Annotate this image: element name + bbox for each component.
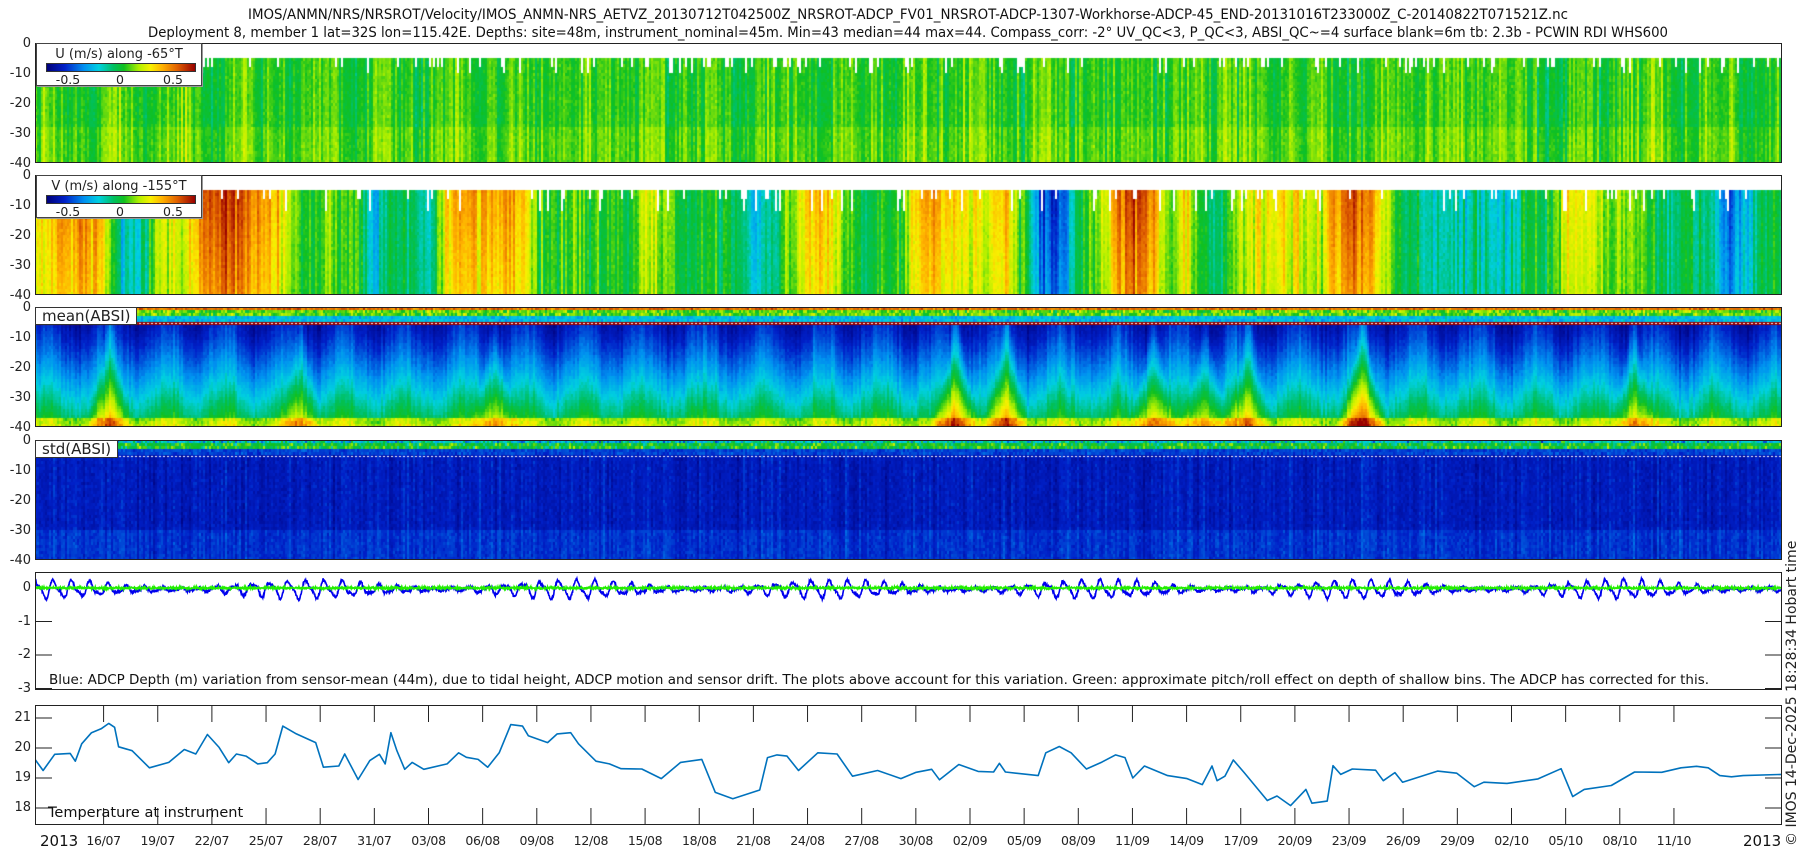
y-tick-label: 19: [14, 770, 31, 785]
mean-absi-label: mean(ABSI): [35, 307, 138, 325]
x-tick-label: 31/07: [357, 833, 392, 848]
v-colorbar-legend: V (m/s) along -155°T -0.5 0 0.5: [36, 175, 202, 219]
v-velocity-heatmap: [35, 175, 1782, 295]
x-tick-label: 08/09: [1061, 833, 1096, 848]
mean-absi-heatmap: [35, 307, 1782, 427]
copyright-footer: © IMOS 14-Dec-2025 18:28:34 Hobart time: [1784, 540, 1800, 846]
temperature-plot: Temperature at instrument: [35, 705, 1782, 825]
v-colorbar-tick: 0.5: [163, 204, 183, 219]
x-tick-label: 02/10: [1494, 833, 1529, 848]
depth-variation-plot: Blue: ADCP Depth (m) variation from sens…: [35, 572, 1782, 690]
x-tick-label: 11/09: [1115, 833, 1150, 848]
y-tick-label: 20: [14, 740, 31, 755]
y-tick-label: 0: [22, 168, 31, 183]
y-tick-label: -30: [9, 523, 31, 538]
x-tick-label: 29/09: [1440, 833, 1475, 848]
u-colorbar: [46, 63, 196, 72]
y-tick-label: -1: [18, 613, 31, 629]
y-tick-label: -2: [18, 647, 31, 662]
u-colorbar-tick: 0: [116, 72, 124, 87]
x-start-year: 2013: [40, 832, 79, 850]
x-tick-label: 23/09: [1331, 833, 1367, 848]
y-tick-label: -30: [9, 126, 31, 141]
u-colorbar-legend: U (m/s) along -65°T -0.5 0 0.5: [36, 43, 202, 87]
y-tick-label: -20: [9, 96, 31, 111]
y-tick-label: -30: [9, 258, 31, 273]
adcp-figure: IMOS/ANMN/NRS/NRSROT/Velocity/IMOS_ANMN-…: [0, 0, 1800, 850]
x-tick-label: 16/07: [86, 833, 121, 848]
y-tick-label: 21: [14, 710, 31, 725]
y-tick-label: -10: [9, 198, 31, 213]
x-tick-label: 26/09: [1385, 833, 1421, 848]
x-tick-label: 08/10: [1602, 833, 1638, 848]
y-tick-label: 18: [14, 800, 31, 815]
x-end-year: 2013: [1743, 832, 1782, 850]
x-tick-label: 17/09: [1223, 833, 1258, 848]
pitch-roll-line: [35, 583, 1782, 593]
x-tick-label: 09/08: [519, 833, 555, 848]
x-tick-label: 06/08: [465, 833, 500, 848]
x-tick-label: 18/08: [681, 833, 717, 848]
title-line-1: IMOS/ANMN/NRS/NRSROT/Velocity/IMOS_ANMN-…: [248, 7, 1568, 23]
x-tick-label: 12/08: [573, 833, 609, 848]
title-line-2: Deployment 8, member 1 lat=32S lon=115.4…: [148, 25, 1668, 41]
x-tick-label: 28/07: [302, 833, 338, 848]
temperature-line: [35, 722, 1782, 807]
x-tick-label: 05/09: [1006, 833, 1042, 848]
std-absi-heatmap: [35, 440, 1782, 560]
y-tick-label: -10: [9, 330, 31, 345]
x-tick-label: 24/08: [790, 833, 825, 848]
y-tick-label: -20: [9, 360, 31, 375]
y-tick-label: -10: [9, 66, 31, 81]
u-velocity-heatmap: [35, 43, 1782, 163]
y-tick-label: 0: [22, 300, 31, 315]
y-tick-label: -20: [9, 228, 31, 243]
x-tick-label: 30/08: [898, 833, 934, 848]
x-tick-label: 19/07: [140, 833, 175, 848]
x-tick-label: 03/08: [411, 833, 446, 848]
figure-title: IMOS/ANMN/NRS/NRSROT/Velocity/IMOS_ANMN-…: [148, 7, 1668, 41]
y-tick-label: -10: [9, 463, 31, 478]
v-colorbar-tick: 0: [116, 204, 124, 219]
y-tick-label: -20: [9, 493, 31, 508]
x-tick-label: 14/09: [1169, 833, 1204, 848]
y-tick-label: -30: [9, 390, 31, 405]
x-tick-label: 20/09: [1277, 833, 1313, 848]
x-tick-label: 11/10: [1656, 833, 1692, 848]
x-tick-label: 21/08: [736, 833, 771, 848]
x-tick-label: 25/07: [248, 833, 284, 848]
v-colorbar: [46, 195, 196, 204]
y-tick-label: -3: [18, 680, 31, 696]
y-tick-label: 0: [22, 36, 31, 51]
v-colorbar-tick: -0.5: [55, 204, 81, 219]
y-tick-label: -40: [9, 553, 31, 568]
x-tick-label: 02/09: [952, 833, 988, 848]
u-colorbar-tick: -0.5: [55, 72, 81, 87]
temperature-label: Temperature at instrument: [47, 805, 243, 821]
u-colorbar-tick: 0.5: [163, 72, 183, 87]
v-legend-title: V (m/s) along -155°T: [51, 179, 187, 194]
x-tick-label: 27/08: [844, 833, 879, 848]
x-tick-label: 15/08: [627, 833, 663, 848]
depth-caption: Blue: ADCP Depth (m) variation from sens…: [49, 672, 1709, 688]
y-tick-label: 0: [22, 580, 31, 595]
u-legend-title: U (m/s) along -65°T: [55, 47, 183, 62]
y-tick-label: 0: [22, 433, 31, 448]
x-tick-label: 22/07: [194, 833, 230, 848]
std-absi-label: std(ABSI): [35, 440, 119, 458]
x-tick-label: 05/10: [1548, 833, 1583, 848]
